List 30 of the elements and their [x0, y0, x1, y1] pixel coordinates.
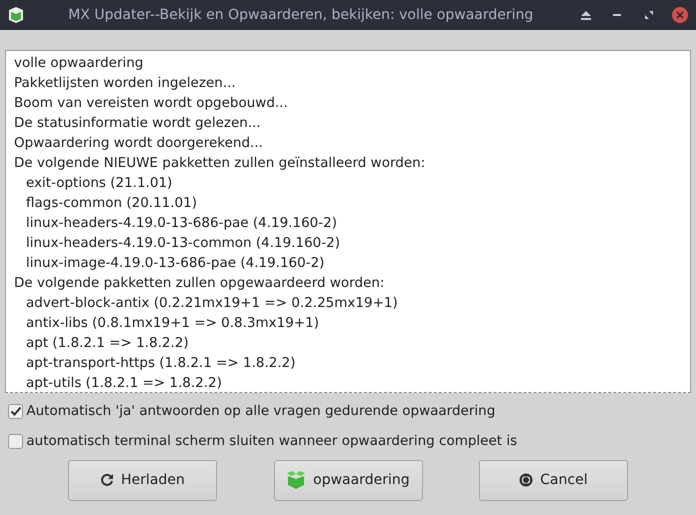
log-line: De volgende pakketten zullen opgewaardeerd worden: [14, 274, 386, 293]
log-line: flags-common (20.11.01) [25, 194, 198, 213]
checkbox[interactable] [8, 434, 23, 449]
window-title: MX Updater--Bekijk en Opwaarderen, bekijken: volle opwaardering [67, 6, 534, 24]
cancel-button[interactable]: Cancel [479, 460, 628, 501]
log-line: apt (1.8.2.1 => 1.8.2.2) [25, 334, 190, 353]
log-line: De statusinformatie wordt gelezen... [14, 114, 262, 133]
log-line: exit-options (21.1.01) [25, 174, 174, 193]
log-line: Opwaardering wordt doorgerekend... [14, 134, 264, 153]
log-line: apt-transport-https (1.8.2.1 => 1.8.2.2) [25, 354, 296, 373]
upgrade-button[interactable]: opwaardering [274, 460, 422, 501]
close-icon[interactable] [671, 6, 690, 24]
app-icon [6, 6, 25, 24]
log-line: apt-utils (1.8.2.1 => 1.8.2.2) [25, 374, 223, 392]
checkbox-label: automatisch terminal scherm sluiten wanneer opwaardering compleet is [26, 432, 518, 452]
log-line: advert-block-antix (0.2.21mx19+1 => 0.2.25mx19+1) [25, 294, 399, 313]
reload-button[interactable]: Herladen [68, 460, 217, 501]
log-line: volle opwaardering [14, 54, 144, 73]
log-line: linux-headers-4.19.0-13-common (4.19.160-2) [25, 234, 342, 253]
stop-icon [519, 473, 534, 488]
log-line: linux-image-4.19.0-13-686-pae (4.19.160-2) [25, 254, 326, 273]
checkbox[interactable] [8, 404, 23, 419]
log-line: antix-libs (0.8.1mx19+1 => 0.8.3mx19+1) [25, 314, 320, 333]
checkbox-label: Automatisch 'ja' antwoorden op alle vragen gedurende opwaardering [26, 402, 496, 422]
box-icon [286, 470, 306, 490]
reload-icon [100, 473, 114, 488]
log-line: Boom van vereisten wordt opgebouwd... [14, 94, 289, 113]
log-line: Pakketlijsten worden ingelezen... [14, 74, 237, 93]
log-line: linux-headers-4.19.0-13-686-pae (4.19.160-2) [25, 214, 338, 233]
log-line: De volgende NIEUWE pakketten zullen geïnstalleerd worden: [14, 154, 426, 173]
